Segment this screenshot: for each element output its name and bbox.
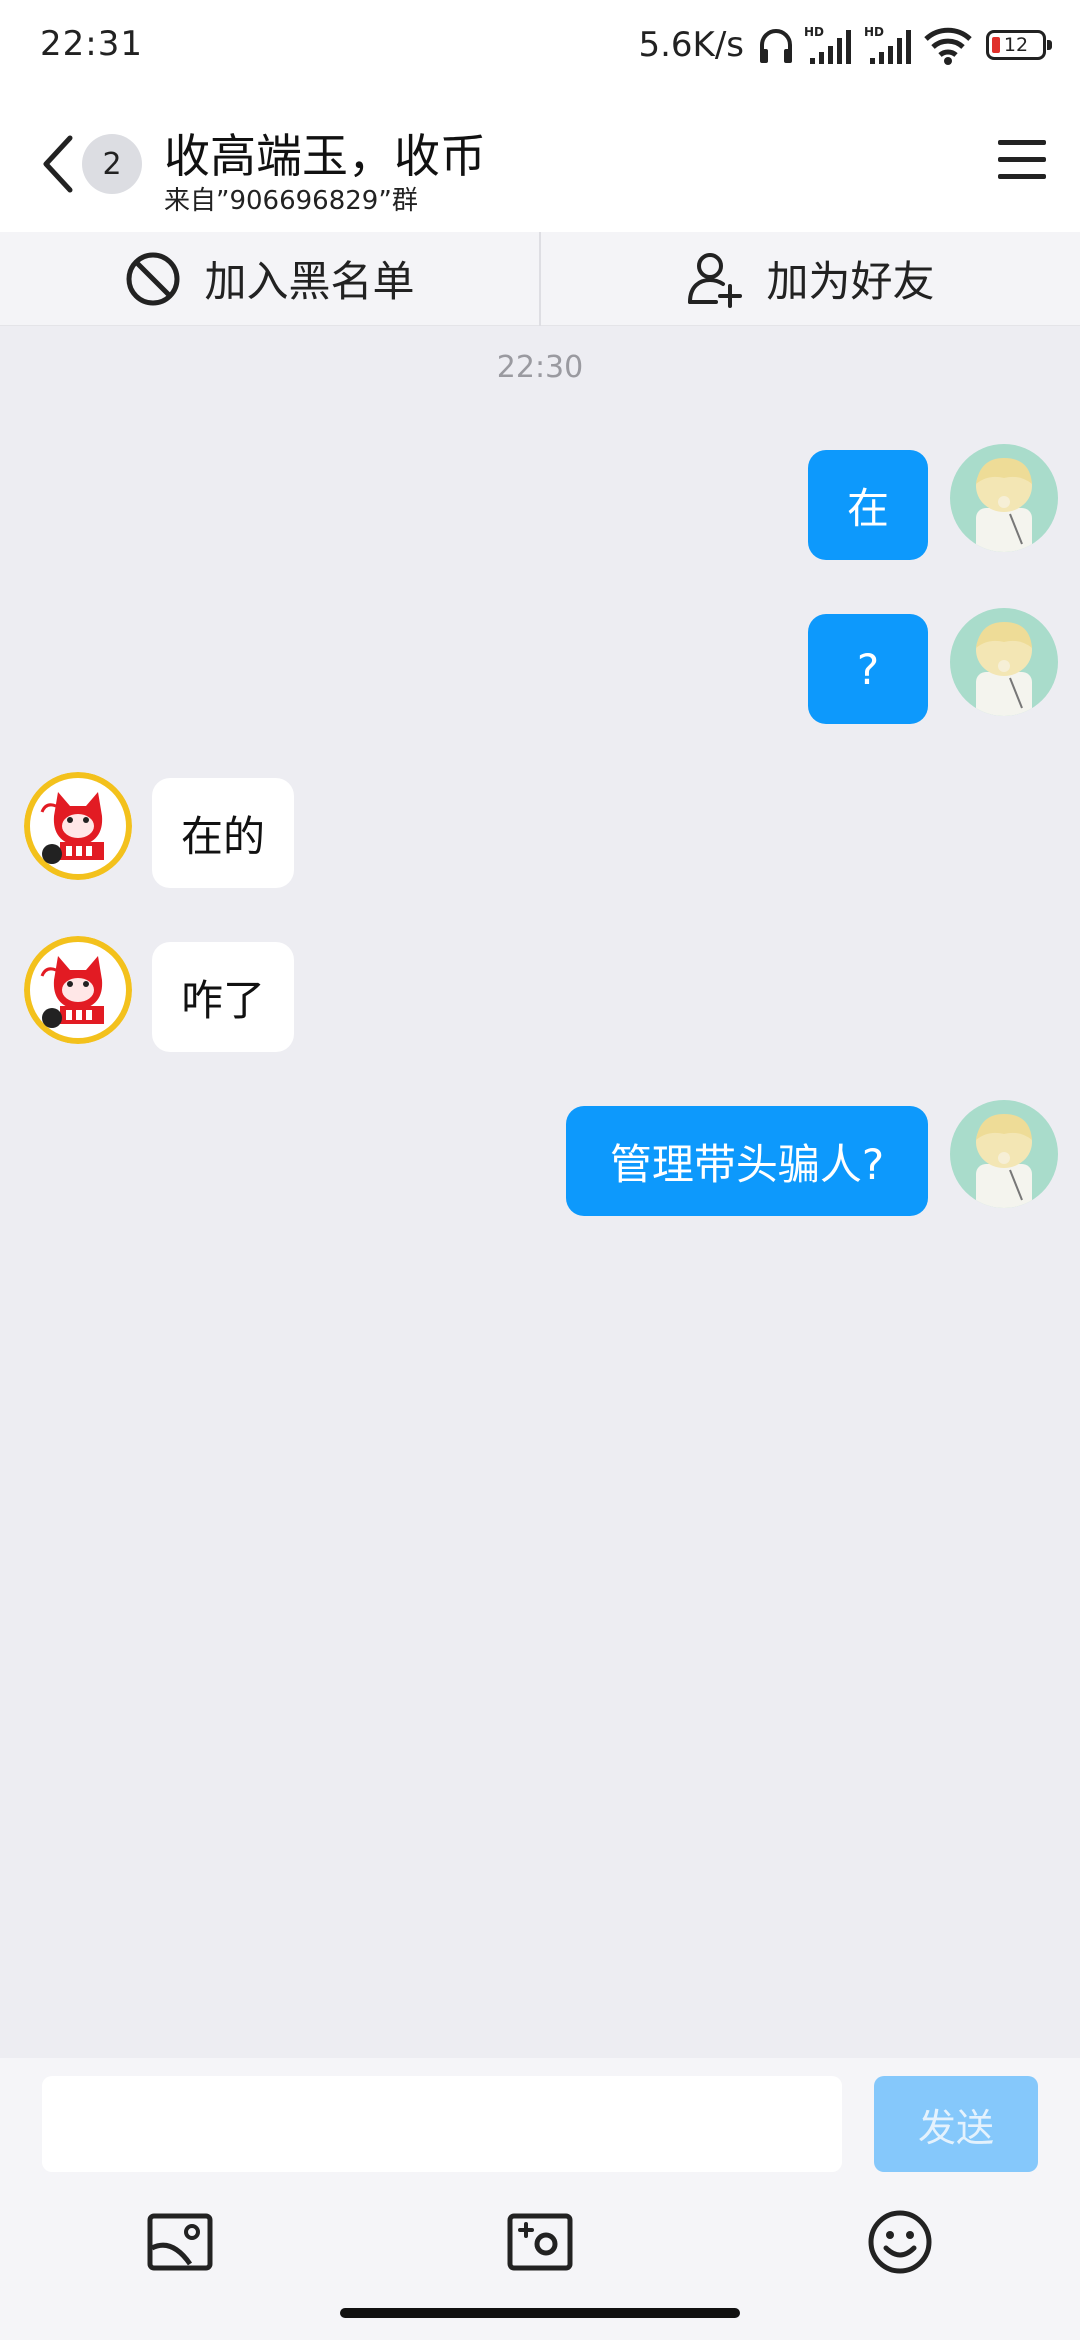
status-time: 22:31 — [40, 24, 143, 64]
unread-count-badge[interactable]: 2 — [82, 134, 142, 194]
hd-label: HD — [804, 25, 824, 39]
avatar[interactable] — [24, 936, 132, 1044]
signal-hd-icon: HD — [804, 24, 854, 66]
add-user-icon — [688, 252, 743, 308]
composer: 发送 — [0, 2058, 1080, 2340]
block-icon — [126, 252, 180, 305]
contact-avatar-image — [24, 936, 132, 1044]
battery-icon: 12 — [986, 30, 1052, 60]
add-friend-label: 加为好友 — [766, 257, 935, 306]
message-bubble[interactable]: 在的 — [152, 778, 294, 888]
message-bubble[interactable]: 咋了 — [152, 942, 294, 1052]
chat-header: 2 收高端玉，收币 来自”906696829”群 — [0, 92, 1080, 232]
menu-button[interactable] — [998, 140, 1046, 180]
message-timestamp: 22:30 — [496, 350, 584, 385]
block-label: 加入黑名单 — [204, 257, 415, 306]
camera-button[interactable] — [506, 2208, 574, 2276]
message-bubble[interactable]: 管理带头骗人? — [566, 1106, 928, 1216]
avatar[interactable] — [950, 444, 1058, 552]
user-avatar-image — [950, 1100, 1058, 1208]
avatar[interactable] — [24, 772, 132, 880]
message-input[interactable] — [42, 2076, 842, 2172]
battery-level: 12 — [1003, 34, 1029, 56]
avatar[interactable] — [950, 608, 1058, 716]
headphones-icon — [758, 25, 794, 65]
user-avatar-image — [950, 444, 1058, 552]
emoji-button[interactable] — [866, 2208, 934, 2276]
home-indicator[interactable] — [340, 2308, 740, 2318]
network-speed: 5.6K/s — [638, 25, 744, 65]
status-bar: 22:31 5.6K/s HD HD 12 — [0, 0, 1080, 92]
emoji-icon — [868, 2210, 932, 2274]
add-friend-button[interactable]: 加为好友 — [541, 232, 1080, 325]
back-button[interactable] — [38, 132, 78, 196]
hd-label: HD — [864, 25, 884, 39]
message-bubble[interactable]: 在 — [808, 450, 928, 560]
user-avatar-image — [950, 608, 1058, 716]
image-button[interactable] — [146, 2208, 214, 2276]
wifi-icon — [924, 25, 972, 65]
menu-icon-line — [998, 140, 1046, 145]
avatar[interactable] — [950, 1100, 1058, 1208]
menu-icon-line — [998, 174, 1046, 179]
contact-avatar-image — [24, 772, 132, 880]
send-button[interactable]: 发送 — [874, 2076, 1038, 2172]
chat-subtitle: 来自”906696829”群 — [164, 186, 418, 216]
camera-icon — [507, 2213, 573, 2271]
status-icons: 5.6K/s HD HD 12 — [638, 22, 1052, 68]
signal-hd-icon: HD — [864, 24, 914, 66]
image-icon — [147, 2213, 213, 2271]
block-button[interactable]: 加入黑名单 — [0, 232, 539, 325]
action-bar: 加入黑名单 加为好友 — [0, 232, 1080, 326]
menu-icon-line — [998, 157, 1046, 162]
chevron-left-icon — [43, 135, 73, 193]
chat-title: 收高端玉，收币 — [164, 129, 486, 183]
message-bubble[interactable]: ? — [808, 614, 928, 724]
